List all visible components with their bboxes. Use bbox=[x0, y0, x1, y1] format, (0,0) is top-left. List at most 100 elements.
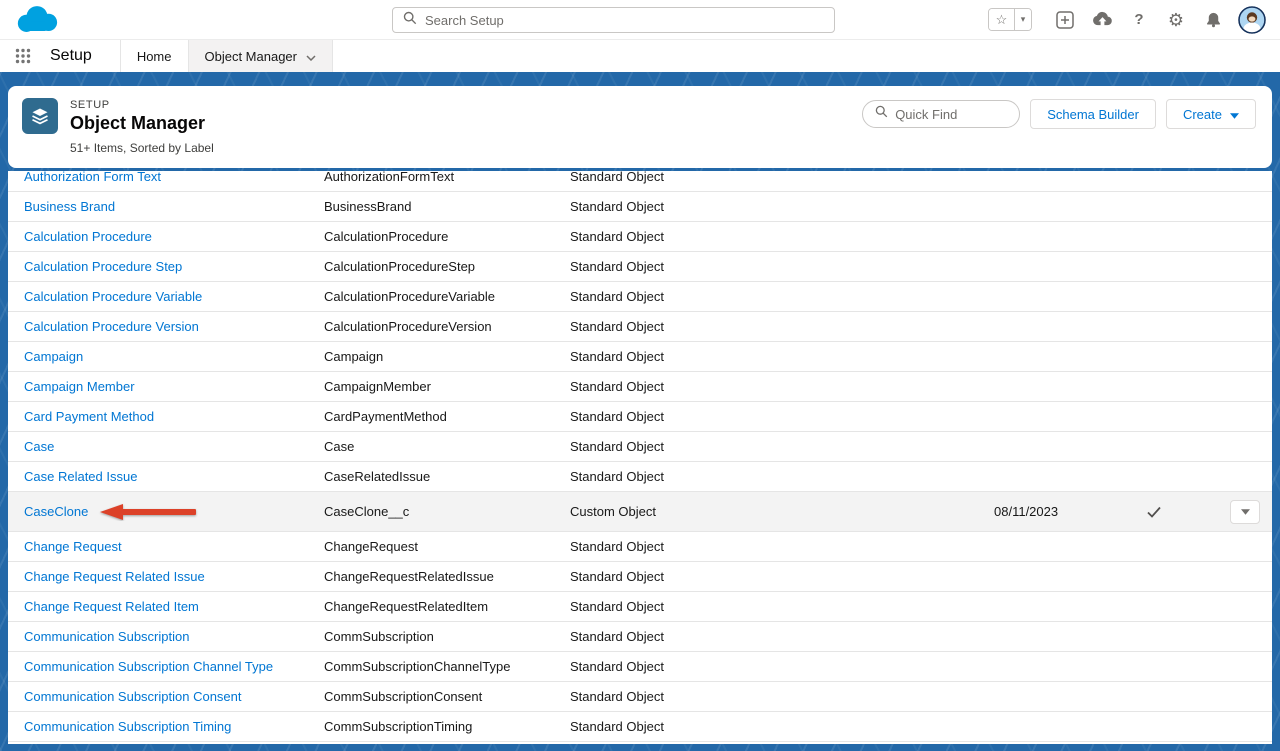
help-icon[interactable]: ? bbox=[1127, 8, 1151, 32]
user-avatar[interactable] bbox=[1238, 6, 1266, 34]
search-icon bbox=[875, 105, 888, 123]
object-label-link[interactable]: Campaign bbox=[24, 349, 83, 364]
table-row: Campaign Member CampaignMember Standard … bbox=[8, 372, 1272, 402]
table-row: Campaign Campaign Standard Object bbox=[8, 342, 1272, 372]
object-label-link[interactable]: Calculation Procedure Version bbox=[24, 319, 199, 334]
object-label-link[interactable]: Change Request Related Issue bbox=[24, 569, 205, 584]
quick-find bbox=[862, 100, 1020, 128]
object-type: Custom Object bbox=[570, 504, 994, 519]
table-row: Case Related Issue CaseRelatedIssue Stan… bbox=[8, 462, 1272, 492]
object-api-name: CommSubscription bbox=[324, 629, 570, 644]
object-api-name: CalculationProcedureStep bbox=[324, 259, 570, 274]
object-api-name: ChangeRequestRelatedItem bbox=[324, 599, 570, 614]
object-api-name: CaseRelatedIssue bbox=[324, 469, 570, 484]
item-count: 51+ Items, Sorted by Label bbox=[70, 141, 1258, 155]
table-row: Calculation Procedure Step CalculationPr… bbox=[8, 252, 1272, 282]
setup-nav-bar: Setup Home Object Manager bbox=[0, 40, 1280, 72]
table-row: Authorization Form Text AuthorizationFor… bbox=[8, 171, 1272, 192]
object-label-link[interactable]: Change Request bbox=[24, 539, 122, 554]
table-row: Calculation Procedure Variable Calculati… bbox=[8, 282, 1272, 312]
object-type: Standard Object bbox=[570, 719, 994, 734]
table-row: Communication Subscription Channel Type … bbox=[8, 652, 1272, 682]
table-row: Card Payment Method CardPaymentMethod St… bbox=[8, 402, 1272, 432]
object-type: Standard Object bbox=[570, 659, 994, 674]
object-label-link[interactable]: Case bbox=[24, 439, 54, 454]
object-label-cell: Calculation Procedure Variable bbox=[24, 289, 324, 304]
object-label-link[interactable]: Calculation Procedure Variable bbox=[24, 289, 202, 304]
page-header-controls: Schema Builder Create bbox=[862, 99, 1256, 129]
object-api-name: CalculationProcedure bbox=[324, 229, 570, 244]
quick-find-input[interactable] bbox=[895, 107, 1007, 122]
table-row: Change Request Related Item ChangeReques… bbox=[8, 592, 1272, 622]
app-launcher-icon[interactable] bbox=[0, 40, 46, 72]
object-type: Standard Object bbox=[570, 171, 994, 184]
object-label-link[interactable]: Communication Subscription bbox=[24, 629, 189, 644]
favorites-dropdown-icon[interactable]: ▾ bbox=[1014, 9, 1031, 30]
object-label-link[interactable]: Calculation Procedure Step bbox=[24, 259, 182, 274]
object-label-link[interactable]: Communication Subscription Channel Type bbox=[24, 659, 273, 674]
object-label-cell: Communication Subscription bbox=[24, 629, 324, 644]
object-api-name: CalculationProcedureVariable bbox=[324, 289, 570, 304]
tab-home[interactable]: Home bbox=[120, 40, 188, 72]
tab-object-manager[interactable]: Object Manager bbox=[188, 40, 334, 72]
search-setup-input[interactable] bbox=[425, 13, 824, 28]
app-name: Setup bbox=[46, 40, 120, 72]
object-label-link[interactable]: Calculation Procedure bbox=[24, 229, 152, 244]
object-label-cell: Case Related Issue bbox=[24, 469, 324, 484]
global-actions-plus-icon[interactable] bbox=[1053, 8, 1077, 32]
object-type: Standard Object bbox=[570, 259, 994, 274]
favorites-control: ☆ ▾ bbox=[988, 8, 1032, 31]
object-label-link[interactable]: Change Request Related Item bbox=[24, 599, 199, 614]
object-type: Standard Object bbox=[570, 629, 994, 644]
page-title: Object Manager bbox=[70, 113, 205, 134]
object-label-cell: Campaign Member bbox=[24, 379, 324, 394]
favorites-star-icon[interactable]: ☆ bbox=[989, 9, 1014, 30]
setup-gear-icon[interactable]: ⚙ bbox=[1164, 8, 1188, 32]
object-type: Standard Object bbox=[570, 539, 994, 554]
notifications-bell-icon[interactable] bbox=[1201, 8, 1225, 32]
object-label-cell: Calculation Procedure Version bbox=[24, 319, 324, 334]
chevron-down-icon bbox=[306, 49, 316, 64]
object-api-name: CaseClone__c bbox=[324, 504, 570, 519]
object-label-link[interactable]: Business Brand bbox=[24, 199, 115, 214]
object-label-link[interactable]: Card Payment Method bbox=[24, 409, 154, 424]
search-icon bbox=[403, 11, 417, 30]
object-type: Standard Object bbox=[570, 469, 994, 484]
object-type: Standard Object bbox=[570, 289, 994, 304]
deployed-check-icon bbox=[1147, 506, 1161, 518]
object-api-name: CommSubscriptionTiming bbox=[324, 719, 570, 734]
object-type: Standard Object bbox=[570, 349, 994, 364]
tab-home-label: Home bbox=[137, 49, 172, 64]
object-type: Standard Object bbox=[570, 319, 994, 334]
schema-builder-button[interactable]: Schema Builder bbox=[1030, 99, 1156, 129]
object-label-link[interactable]: Authorization Form Text bbox=[24, 171, 161, 184]
object-table: Authorization Form Text AuthorizationFor… bbox=[8, 171, 1272, 744]
chevron-down-icon bbox=[1230, 107, 1239, 122]
object-manager-icon bbox=[22, 98, 58, 134]
guidance-center-icon[interactable] bbox=[1090, 8, 1114, 32]
chevron-down-icon bbox=[1241, 509, 1250, 515]
object-label-cell: Change Request bbox=[24, 539, 324, 554]
table-row: Communication Subscription Consent CommS… bbox=[8, 682, 1272, 712]
table-row: Change Request ChangeRequest Standard Ob… bbox=[8, 532, 1272, 562]
object-type: Standard Object bbox=[570, 199, 994, 214]
object-label-cell: Calculation Procedure bbox=[24, 229, 324, 244]
object-label-cell: Authorization Form Text bbox=[24, 171, 324, 184]
object-api-name: BusinessBrand bbox=[324, 199, 570, 214]
object-label-link[interactable]: Communication Subscription Consent bbox=[24, 689, 242, 704]
page-header-card: SETUP Object Manager 51+ Items, Sorted b… bbox=[8, 86, 1272, 168]
object-label-link[interactable]: CaseClone bbox=[24, 504, 88, 519]
setup-canvas: SETUP Object Manager 51+ Items, Sorted b… bbox=[0, 72, 1280, 751]
row-menu-button[interactable] bbox=[1230, 500, 1260, 524]
object-label-link[interactable]: Campaign Member bbox=[24, 379, 135, 394]
create-button[interactable]: Create bbox=[1166, 99, 1256, 129]
object-label-link[interactable]: Case Related Issue bbox=[24, 469, 137, 484]
object-label-cell: Calculation Procedure Step bbox=[24, 259, 324, 274]
table-row: Communication Subscription Timing CommSu… bbox=[8, 712, 1272, 742]
object-api-name: ChangeRequest bbox=[324, 539, 570, 554]
row-menu-cell bbox=[1184, 500, 1272, 524]
object-label-link[interactable]: Communication Subscription Timing bbox=[24, 719, 231, 734]
object-label-cell: Communication Subscription Consent bbox=[24, 689, 324, 704]
table-row: Calculation Procedure CalculationProcedu… bbox=[8, 222, 1272, 252]
tab-object-manager-label: Object Manager bbox=[205, 49, 298, 64]
